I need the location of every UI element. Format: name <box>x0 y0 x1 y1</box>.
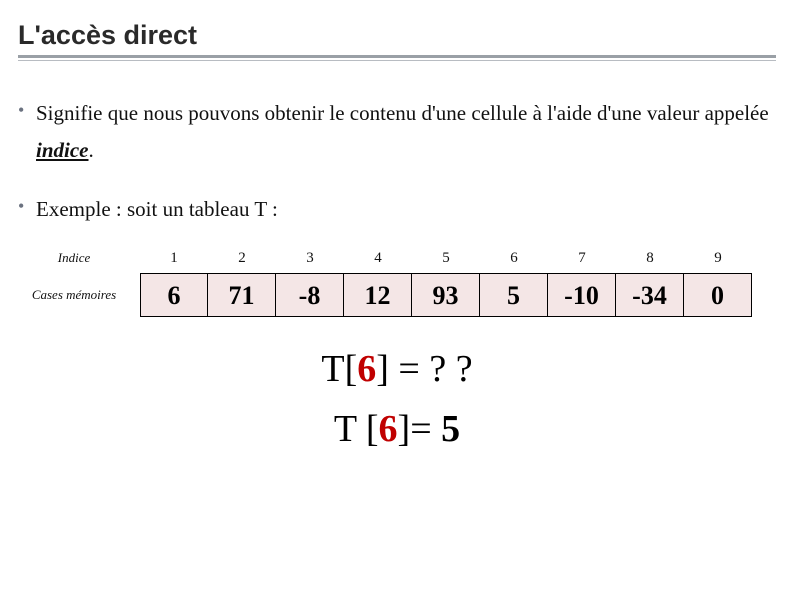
data-cell: -8 <box>276 273 344 317</box>
index-cell: 6 <box>480 243 548 273</box>
bullet-1-indice: indice <box>36 138 89 162</box>
eq1-post: ] = ? ? <box>376 348 472 390</box>
array-table: Indice Cases mémoires 1 2 3 4 5 6 7 8 9 … <box>18 243 776 317</box>
array-grid: 1 2 3 4 5 6 7 8 9 6 71 -8 12 93 5 -10 -3… <box>140 243 752 317</box>
label-cases-memoires: Cases mémoires <box>20 273 128 317</box>
equation-answer: T [6]= 5 <box>18 407 776 451</box>
eq1-index: 6 <box>357 348 376 390</box>
index-cell: 7 <box>548 243 616 273</box>
bullet-list: Signifie que nous pouvons obtenir le con… <box>18 95 776 227</box>
row-labels: Indice Cases mémoires <box>20 243 128 317</box>
index-cell: 2 <box>208 243 276 273</box>
equation-question: T[6] = ? ? <box>18 347 776 391</box>
data-row: 6 71 -8 12 93 5 -10 -34 0 <box>140 273 752 317</box>
eq2-result: 5 <box>441 408 460 450</box>
index-cell: 4 <box>344 243 412 273</box>
eq2-index: 6 <box>379 408 398 450</box>
data-cell: 6 <box>140 273 208 317</box>
index-cell: 3 <box>276 243 344 273</box>
data-cell: -34 <box>616 273 684 317</box>
index-row: 1 2 3 4 5 6 7 8 9 <box>140 243 752 273</box>
equations: T[6] = ? ? T [6]= 5 <box>18 347 776 451</box>
page-title: L'accès direct <box>18 20 776 51</box>
bullet-1-text-b: . <box>89 138 94 162</box>
data-cell: 5 <box>480 273 548 317</box>
slide: L'accès direct Signifie que nous pouvons… <box>0 0 794 451</box>
eq2-pre: T [ <box>334 408 379 450</box>
eq2-mid: ]= <box>398 408 442 450</box>
data-cell: 0 <box>684 273 752 317</box>
index-cell: 5 <box>412 243 480 273</box>
data-cell: 71 <box>208 273 276 317</box>
bullet-1-text-a: Signifie que nous pouvons obtenir le con… <box>36 101 769 125</box>
bullet-item-1: Signifie que nous pouvons obtenir le con… <box>36 95 776 169</box>
title-underline <box>18 55 776 61</box>
index-cell: 8 <box>616 243 684 273</box>
eq1-pre: T[ <box>321 348 357 390</box>
index-cell: 1 <box>140 243 208 273</box>
data-cell: 12 <box>344 273 412 317</box>
data-cell: -10 <box>548 273 616 317</box>
index-cell: 9 <box>684 243 752 273</box>
label-indice: Indice <box>20 243 128 273</box>
data-cell: 93 <box>412 273 480 317</box>
bullet-item-2: Exemple : soit un tableau T : <box>36 191 776 228</box>
